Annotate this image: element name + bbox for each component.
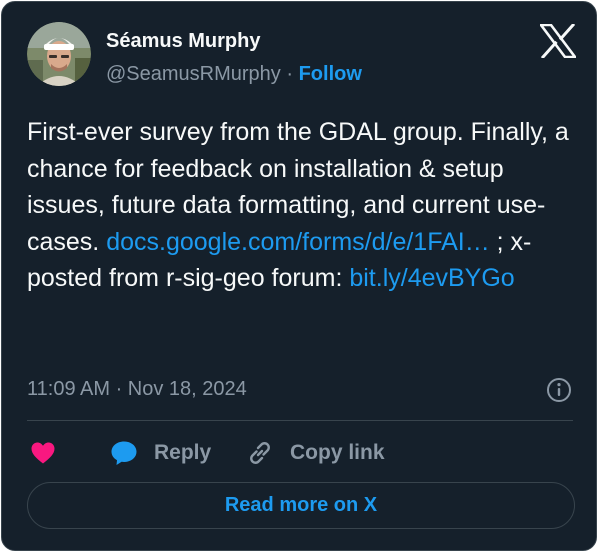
reply-label: Reply	[154, 441, 212, 464]
link-icon	[250, 442, 270, 464]
x-logo-icon[interactable]	[539, 22, 577, 60]
speech-bubble-icon	[111, 441, 137, 465]
handle-separator: ·	[280, 63, 299, 85]
heart-icon	[31, 442, 55, 464]
read-more-button[interactable]: Read more on X	[27, 482, 575, 529]
tweet-text: First-ever survey from the GDAL group. F…	[27, 114, 582, 297]
info-icon[interactable]	[546, 377, 572, 403]
reply-button[interactable]: Reply	[110, 438, 211, 468]
author-handle-row: @SeamusRMurphy · Follow	[106, 63, 362, 86]
survey-link[interactable]: docs.google.com/forms/d/e/1FAI…	[106, 228, 490, 256]
avatar-image	[27, 22, 91, 86]
divider	[27, 420, 573, 421]
like-button[interactable]	[30, 438, 56, 468]
author-handle[interactable]: @SeamusRMurphy	[106, 63, 281, 85]
embedded-tweet-card: Séamus Murphy @SeamusRMurphy · Follow Fi…	[1, 1, 597, 551]
follow-button[interactable]: Follow	[299, 63, 362, 85]
copy-link-button[interactable]: Copy link	[246, 438, 385, 468]
short-link[interactable]: bit.ly/4evBYGo	[349, 264, 514, 292]
tweet-timestamp[interactable]: 11:09 AM · Nov 18, 2024	[27, 378, 247, 401]
copy-link-label: Copy link	[290, 441, 385, 464]
author-name[interactable]: Séamus Murphy	[106, 30, 260, 53]
avatar[interactable]	[27, 22, 91, 86]
